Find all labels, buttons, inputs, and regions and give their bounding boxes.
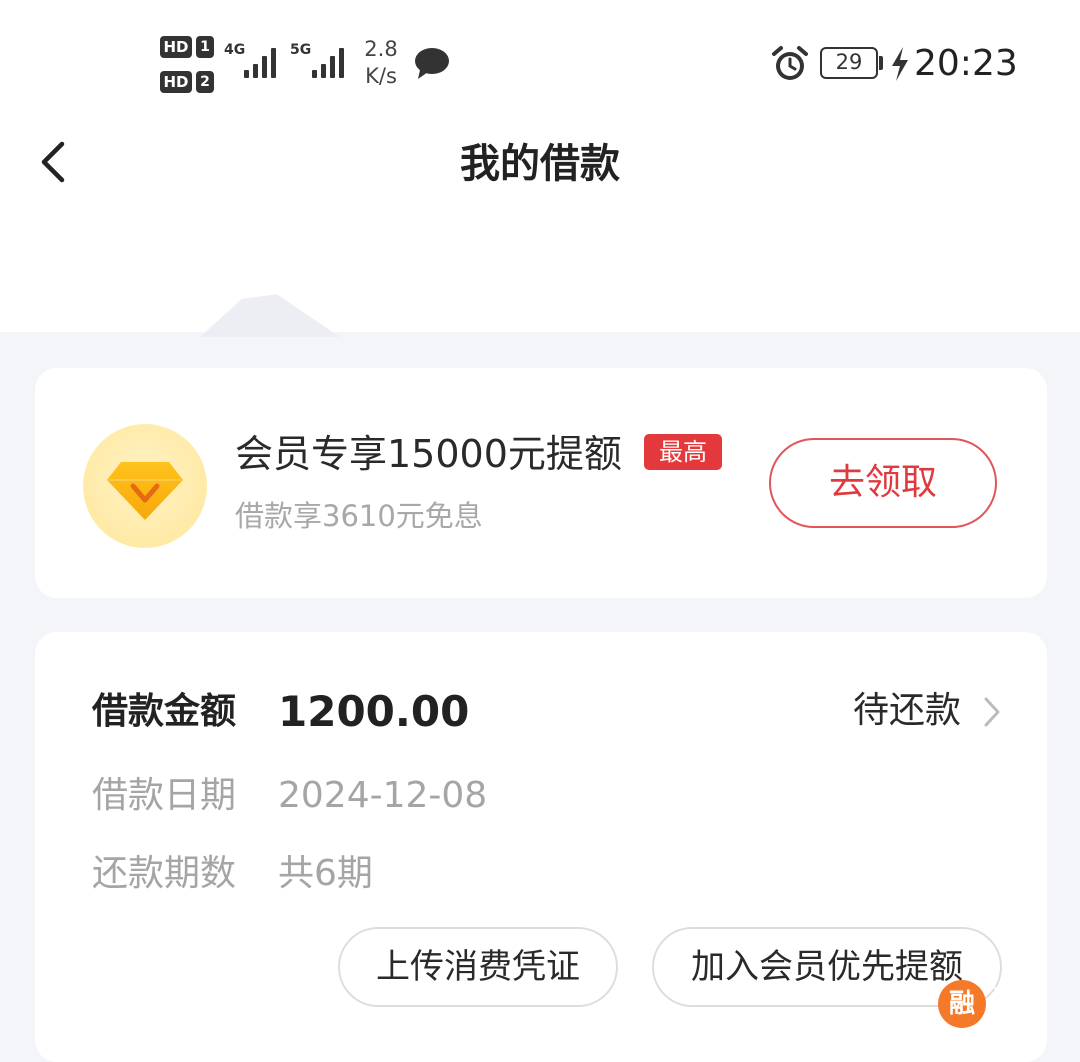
loan-details-card: 借款金额 1200.00 待还款 借款日期 2024-12-08 还款期数 共6… [35,632,1047,1062]
vip-diamond-icon [83,424,207,548]
promo-title: 会员专享15000元提额 [235,432,622,476]
watermark: 快 [990,985,1019,1018]
promo-subtitle: 借款享3610元免息 [235,499,483,533]
upload-receipt-button[interactable]: 上传消费凭证 [338,927,618,1007]
repayment-status-text: 待还款 [853,690,962,731]
back-button[interactable] [28,130,88,194]
clock-time: 20:23 [914,43,1018,84]
battery-tip [879,56,883,70]
sim-2-hd-label: HD [160,71,192,93]
loan-periods-value: 共6期 [278,853,373,894]
max-tag-badge: 最高 [644,434,722,470]
alarm-icon [770,44,810,88]
loan-date-value: 2024-12-08 [278,775,488,816]
header-decoration [200,294,340,337]
page-title: 我的借款 [460,141,620,187]
sim-1-hd-label: HD [160,36,192,58]
network-1-type: 4G [224,42,246,58]
speed-value: 2.8 [364,37,398,61]
battery-level: 29 [820,47,878,79]
sim-1-indicator: HD 1 [160,36,214,58]
loan-date-label: 借款日期 [92,775,237,816]
speed-unit: K/s [365,64,397,88]
sim-2-number: 2 [196,71,214,93]
sim-1-number: 1 [196,36,214,58]
network-2-type: 5G [290,42,312,58]
floating-badge: 融 [938,980,986,1028]
chevron-left-icon [41,141,65,183]
loan-amount-value: 1200.00 [278,687,470,736]
sim-2-indicator: HD 2 [160,71,214,93]
message-icon [414,46,450,84]
repayment-status-link[interactable]: 待还款 [853,687,1013,737]
charging-icon [890,46,910,86]
membership-promo-card: 会员专享15000元提额 最高 借款享3610元免息 去领取 [35,368,1047,598]
loan-periods-label: 还款期数 [92,853,237,894]
chevron-right-icon [979,695,1005,733]
signal-2-icon: 5G [290,40,350,82]
loan-amount-label: 借款金额 [92,691,237,732]
claim-button[interactable]: 去领取 [769,438,997,528]
signal-1-icon: 4G [224,40,284,82]
network-speed: 2.8 K/s [360,36,402,90]
status-bar: HD 1 HD 2 4G 5G 2.8 K/s 29 20:23 [0,0,1080,120]
